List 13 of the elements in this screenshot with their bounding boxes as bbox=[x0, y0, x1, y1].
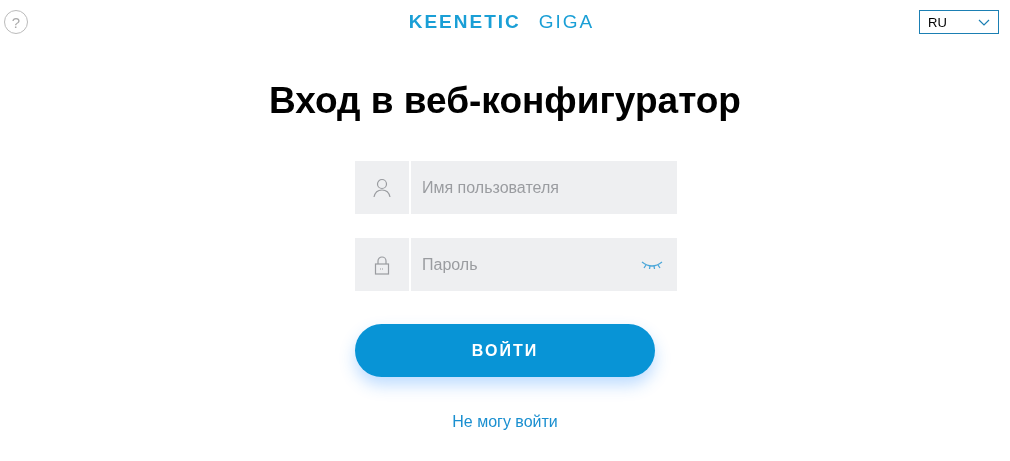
page-title: Вход в веб-конфигуратор bbox=[269, 80, 741, 122]
username-field[interactable]: Имя пользователя bbox=[411, 161, 677, 214]
lock-icon bbox=[374, 254, 390, 275]
help-button[interactable]: ? bbox=[4, 10, 28, 34]
model-name: GIGA bbox=[538, 11, 595, 33]
chevron-icon bbox=[978, 18, 990, 26]
brand-logo: KEENETIC bbox=[408, 11, 521, 33]
closed-eye-icon[interactable] bbox=[641, 259, 663, 270]
cant-login-link[interactable]: Не могу войти bbox=[452, 413, 558, 431]
person-icon bbox=[373, 177, 391, 198]
login-button[interactable]: ВОЙТИ bbox=[355, 324, 655, 377]
password-field[interactable]: Пароль bbox=[411, 238, 677, 291]
language-select[interactable]: RU bbox=[919, 10, 999, 34]
